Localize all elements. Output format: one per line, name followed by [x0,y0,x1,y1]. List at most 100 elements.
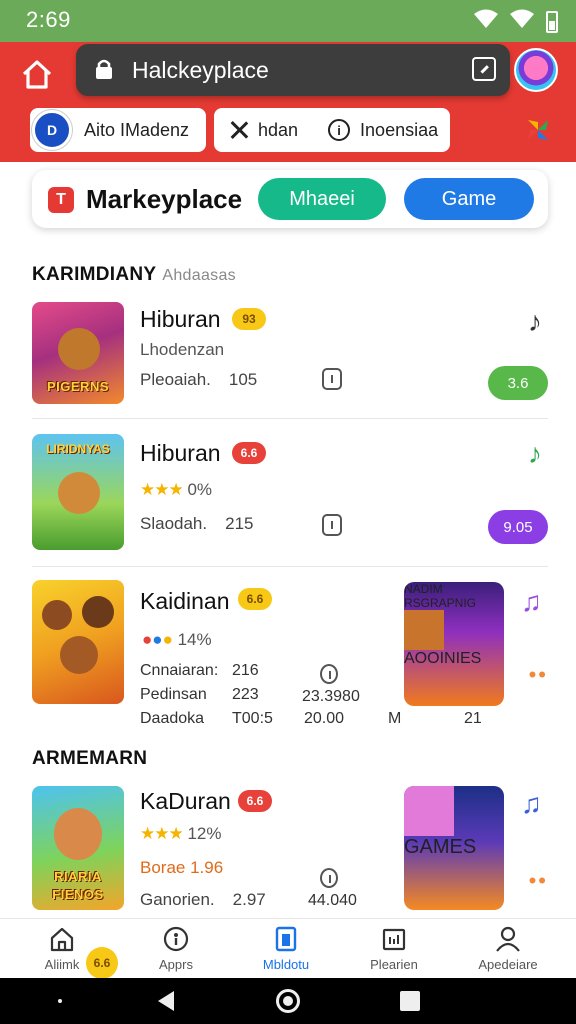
item-rating: ●●● 14% [142,630,212,650]
character-image [82,596,114,628]
list-item[interactable]: RIARIA FIENOS KaDuran 6.6 ★★★ 12% Borae … [32,784,548,914]
back-icon[interactable] [158,991,174,1011]
game-controller-icon: ● [152,630,163,649]
item-badge: 6.6 [232,442,266,464]
pinwheel-icon[interactable] [524,116,552,144]
rating-text: 0% [187,480,213,499]
chip-account-label: Aito IMadenz [84,119,190,140]
download-icon[interactable] [322,368,342,390]
list-item[interactable]: Kaidinan 6.6 ●●● 14% Cnnaiaran: 216 Pedi… [32,578,548,728]
battery-icon [546,10,558,33]
url-bar[interactable]: Halckeyplace [76,44,510,96]
rating-text: 12% [187,824,222,843]
game-banner-image[interactable]: NADIM RSGRAPNIG AOOINIES [404,582,504,706]
info-icon[interactable]: i [328,119,351,141]
item-meta-label: Ganorien. [140,890,215,909]
detail-tail: M [388,710,402,727]
music-note-icon[interactable]: ♫ [521,586,542,618]
filter-pill-game[interactable]: Game [404,178,534,220]
home-icon [48,925,76,953]
item-meta-count: 105 [228,370,258,389]
nav-item-player[interactable]: Plearien [344,925,444,972]
nav-label: Apedeiare [478,957,538,972]
banner-label: GAMES [404,836,477,858]
list-item[interactable]: PIGERNS Hiburan 93 Lhodenzan Pleoaiah. 10… [32,300,548,406]
detail-label: Daadoka [140,710,205,727]
detail-tail: 21 [464,710,482,727]
music-note-icon[interactable]: ♫ [521,788,542,820]
app-thumbnail: PIGERNS [32,302,124,404]
item-badge: 6.6 [238,588,272,610]
close-icon[interactable] [228,119,250,141]
item-title: Hiburan [140,306,221,332]
nav-item-apps[interactable]: Apprs [126,925,226,972]
filter-pill-green[interactable]: Mhaeei [258,178,386,220]
status-time: 2:69 [26,7,71,32]
home-icon[interactable] [18,56,56,94]
item-rating: ★★★ 0% [140,480,212,500]
edit-icon[interactable] [472,57,496,81]
item-badge: 6.6 [238,790,272,812]
system-navigation-bar [0,978,576,1024]
item-meta: Pleoaiah. 105 [140,370,257,390]
bottom-navigation: Aliimk Apprs Mbldotu Plearien Apedeiare … [0,918,576,979]
nav-label: Apprs [159,957,193,972]
chip-filters[interactable]: hdan i Inoensiaa [214,108,450,152]
thumbnail-label: LIRIDNYAS [46,442,110,456]
marketplace-header-card: T Markeyplace Mhaeei Game [32,170,548,228]
chip-x-label: hdan [258,119,299,140]
download-icon[interactable] [322,514,342,536]
nav-label: Plearien [370,957,418,972]
notification-badge: 6.6 [86,947,118,979]
item-meta-label: Pleoaiah. [140,370,211,389]
detail-value: 223 [232,686,259,703]
character-image [404,786,454,836]
thumbnail-label: FIENOS [52,887,104,902]
rating-stars-icon: ★★★ [140,480,184,499]
banner-label: AOOINIES [404,650,482,667]
item-score: Borae 1.96 [140,858,224,877]
character-image [60,636,98,674]
item-subtitle: Lhodenzan [140,340,225,359]
item-meta: Slaodah. 215 [140,514,254,534]
media-icon [380,925,408,953]
item-action-button[interactable]: 3.6 [488,366,548,400]
nav-item-mobile[interactable]: Mbldotu [236,925,336,972]
item-meta-label: Slaodah. [140,514,208,533]
character-image [58,472,100,514]
download-icon[interactable] [320,664,338,684]
item-title: Hiburan [140,440,221,466]
person-icon [494,925,522,953]
nav-item-profile[interactable]: Apedeiare [458,925,558,972]
music-note-icon[interactable]: ♪ [528,306,542,338]
app-thumbnail [32,580,124,704]
list-item[interactable]: LIRIDNYAS Hiburan 6.6 ★★★ 0% Slaodah. 215… [32,432,548,554]
section-title: ARMEMARN [32,748,148,769]
detail-value: 216 [232,662,259,679]
nav-label: Mbldotu [262,957,310,972]
game-banner-image[interactable]: GAMES [404,786,504,910]
recents-icon[interactable] [400,991,420,1011]
item-meta-count: 215 [225,514,254,533]
home-circle-icon[interactable] [276,989,300,1013]
download-icon[interactable] [320,868,338,888]
app-thumbnail: LIRIDNYAS [32,434,124,550]
character-image [58,328,100,370]
detail-value: T00:5 [232,710,273,727]
tablet-icon [272,925,300,953]
more-icon[interactable]: •• [529,662,548,688]
chip-account[interactable]: D Aito IMadenz [30,108,206,152]
item-action-button[interactable]: 9.05 [488,510,548,544]
character-image [42,600,72,630]
game-controller-icon: ● [142,630,153,649]
item-title: Kaidinan [140,588,230,614]
section-subtitle: Ahdaasas [162,267,236,284]
item-badge: 93 [232,308,266,330]
music-note-icon[interactable]: ♪ [528,438,542,470]
more-icon[interactable]: •• [529,868,548,894]
detail-extra: 20.00 [304,710,345,727]
avatar[interactable] [514,48,558,92]
wifi-icon [474,8,498,35]
lock-icon [94,58,114,80]
item-meta: Ganorien. 2.97 [140,890,266,910]
